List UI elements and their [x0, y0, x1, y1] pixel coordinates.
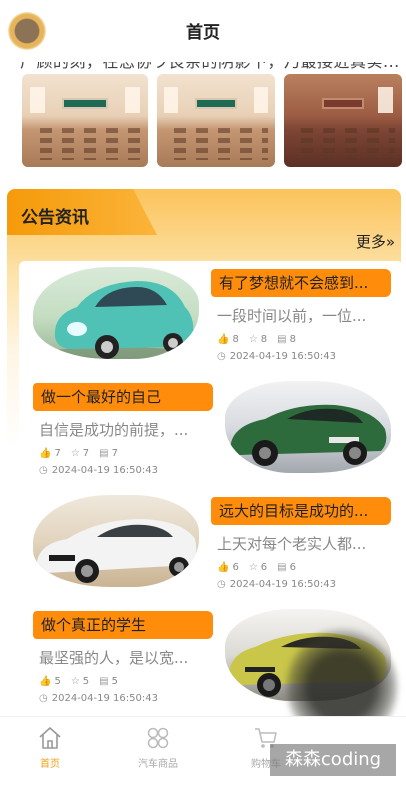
- thumbs-up-icon: 👍: [39, 675, 52, 687]
- thumbs-up-icon: 👍: [217, 333, 230, 345]
- star-icon: ☆: [70, 447, 80, 459]
- notice-desc: 最坚强的人，是以宽...: [39, 649, 189, 667]
- view-count: 8: [289, 334, 296, 345]
- tab-car-products[interactable]: 汽车商品: [118, 725, 198, 770]
- notice-time: ◷ 2024-04-19 16:50:43: [211, 579, 391, 590]
- view-count: 6: [289, 562, 296, 573]
- thumbs-up-icon: 👍: [39, 447, 52, 459]
- view-count: 5: [111, 676, 118, 687]
- view-icon: ▤: [277, 333, 287, 345]
- watermark: 森森coding: [270, 744, 396, 776]
- notice-desc: 上天对每个老实人都...: [217, 535, 367, 553]
- list-item[interactable]: 做一个最好的自己 自信是成功的前提，... 👍 7 ☆ 7 ▤ 7 ◷ 2024-04-…: [19, 375, 403, 489]
- notice-stats: 👍 6 ☆ 6 ▤ 6: [211, 562, 391, 573]
- view-icon: ▤: [277, 561, 287, 573]
- top-header: 首页: [0, 0, 406, 62]
- view-icon: ▤: [99, 675, 109, 687]
- notice-image[interactable]: [225, 381, 391, 473]
- favorite-count: 6: [260, 562, 268, 573]
- notice-timestamp: 2024-04-19 16:50:43: [51, 693, 158, 704]
- carousel-image[interactable]: [284, 74, 402, 167]
- favorite-count: 7: [82, 448, 90, 459]
- notice-image[interactable]: [33, 267, 199, 359]
- view-icon: ▤: [99, 447, 109, 459]
- notice-time: ◷ 2024-04-19 16:50:43: [33, 693, 213, 704]
- like-count: 7: [54, 448, 61, 459]
- view-count: 7: [111, 448, 118, 459]
- clock-icon: ◷: [39, 692, 48, 704]
- notice-title[interactable]: 做一个最好的自己: [33, 383, 213, 411]
- notice-info: 远大的目标是成功的... 上天对每个老实人都... 👍 6 ☆ 6 ▤ 6 ◷ 2024…: [211, 497, 391, 590]
- notice-timestamp: 2024-04-19 16:50:43: [51, 465, 158, 476]
- notice-image[interactable]: [33, 495, 199, 587]
- notice-info: 有了梦想就不会感到... 一段时间以前，一位... 👍 8 ☆ 8 ▤ 8 ◷ 2024…: [211, 269, 391, 362]
- notice-stats: 👍 8 ☆ 8 ▤ 8: [211, 334, 391, 345]
- notice-info: 做个真正的学生 最坚强的人，是以宽... 👍 5 ☆ 5 ▤ 5 ◷ 2024-04-1…: [33, 611, 213, 704]
- notice-desc: 自信是成功的前提，...: [39, 421, 189, 439]
- list-item[interactable]: 远大的目标是成功的... 上天对每个老实人都... 👍 6 ☆ 6 ▤ 6 ◷ 2024…: [19, 489, 403, 603]
- favorite-count: 5: [82, 676, 90, 687]
- list-item[interactable]: 有了梦想就不会感到... 一段时间以前，一位... 👍 8 ☆ 8 ▤ 8 ◷ 2024…: [19, 261, 403, 375]
- notice-info: 做一个最好的自己 自信是成功的前提，... 👍 7 ☆ 7 ▤ 7 ◷ 2024-04-…: [33, 383, 213, 476]
- notice-title[interactable]: 做个真正的学生: [33, 611, 213, 639]
- star-icon: ☆: [70, 675, 80, 687]
- star-icon: ☆: [248, 561, 258, 573]
- home-icon: [39, 727, 61, 749]
- notice-time: ◷ 2024-04-19 16:50:43: [211, 351, 391, 362]
- favorite-count: 8: [260, 334, 268, 345]
- notice-stats: 👍 5 ☆ 5 ▤ 5: [33, 676, 213, 687]
- more-link[interactable]: 更多»: [356, 231, 395, 252]
- carousel-image[interactable]: [22, 74, 148, 167]
- tab-label: 首页: [40, 759, 60, 770]
- notice-title[interactable]: 远大的目标是成功的...: [211, 497, 391, 525]
- notice-timestamp: 2024-04-19 16:50:43: [229, 579, 336, 590]
- notice-desc: 一段时间以前，一位...: [217, 307, 367, 325]
- tab-home[interactable]: 首页: [10, 725, 90, 770]
- section-title: 公告资讯: [21, 208, 89, 228]
- star-icon: ☆: [248, 333, 258, 345]
- tab-label: 汽车商品: [138, 759, 178, 770]
- notice-title[interactable]: 有了梦想就不会感到...: [211, 269, 391, 297]
- clock-icon: ◷: [217, 578, 226, 590]
- like-count: 6: [232, 562, 239, 573]
- page-title: 首页: [186, 23, 220, 43]
- image-carousel[interactable]: [22, 74, 402, 168]
- notice-time: ◷ 2024-04-19 16:50:43: [33, 465, 213, 476]
- like-count: 8: [232, 334, 239, 345]
- thumbs-up-icon: 👍: [217, 561, 230, 573]
- carousel-image[interactable]: [157, 74, 275, 167]
- notice-stats: 👍 7 ☆ 7 ▤ 7: [33, 448, 213, 459]
- notice-timestamp: 2024-04-19 16:50:43: [229, 351, 336, 362]
- like-count: 5: [54, 676, 61, 687]
- clock-icon: ◷: [39, 464, 48, 476]
- grid-icon: [147, 727, 169, 749]
- clock-icon: ◷: [217, 350, 226, 362]
